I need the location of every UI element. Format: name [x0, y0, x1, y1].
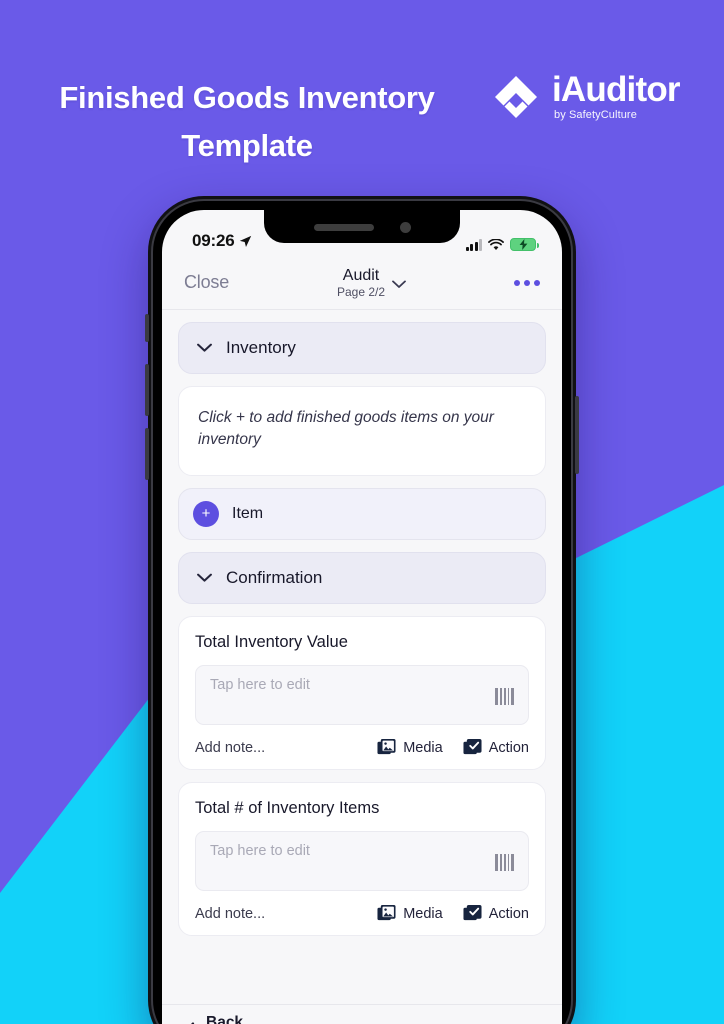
media-button[interactable]: Media [377, 738, 443, 757]
logo-tagline: by SafetyCulture [554, 109, 637, 121]
back-label: Back [206, 1013, 244, 1024]
phone-device: 09:26 Close Audit Page 2/2 Inventory Cli… [145, 196, 579, 1024]
chevron-down-icon[interactable] [197, 343, 212, 353]
earpiece-speaker [313, 224, 374, 231]
iauditor-diamond-check-icon [495, 75, 537, 118]
page-navigation-bar: Back Page 1/2 [162, 1004, 562, 1024]
question-placeholder: Tap here to edit [210, 677, 310, 693]
page-title-line-2: Template [181, 128, 313, 163]
cellular-signal-icon [465, 239, 482, 251]
more-options-icon[interactable] [513, 279, 540, 286]
media-button[interactable]: Media [377, 904, 443, 923]
status-time: 09:26 [192, 231, 235, 250]
action-button[interactable]: Action [463, 904, 529, 923]
close-button[interactable]: Close [184, 272, 229, 293]
question-placeholder: Tap here to edit [210, 843, 310, 859]
item-label: Item [232, 505, 264, 522]
section-label-confirmation: Confirmation [226, 568, 323, 587]
back-button[interactable]: Back Page 1/2 [206, 1014, 258, 1024]
section-header-confirmation[interactable]: Confirmation [178, 552, 546, 604]
media-photos-icon [377, 904, 396, 921]
audit-page-indicator: Page 2/2 [336, 284, 386, 299]
wifi-icon [488, 238, 504, 250]
app-navbar: Close Audit Page 2/2 [162, 256, 562, 310]
section-header-inventory[interactable]: Inventory [178, 322, 546, 374]
media-label: Media [403, 905, 443, 922]
action-label: Action [488, 905, 529, 922]
question-input[interactable]: Tap here to edit [195, 665, 529, 725]
plus-icon[interactable]: + [193, 501, 219, 527]
volume-up-button[interactable] [145, 364, 149, 416]
battery-charging-icon [510, 238, 540, 251]
poster-canvas: Finished Goods Inventory Template iAudit… [0, 0, 724, 1024]
iauditor-logo: iAuditor by SafetyCulture [492, 70, 681, 121]
question-card: Total # of Inventory Items Tap here to e… [178, 782, 546, 936]
mute-switch[interactable] [145, 314, 149, 342]
question-title: Total Inventory Value [195, 633, 348, 651]
power-button[interactable] [575, 396, 579, 474]
action-checkbox-icon [463, 904, 482, 921]
question-footer: Add note... Media Action [195, 738, 529, 757]
add-item-row[interactable]: + Item [178, 488, 546, 540]
question-title: Total # of Inventory Items [195, 799, 380, 817]
barcode-scan-icon[interactable] [495, 688, 514, 705]
volume-down-button[interactable] [145, 428, 149, 480]
question-footer: Add note... Media Action [195, 904, 529, 923]
add-note-button[interactable]: Add note... [195, 906, 265, 922]
barcode-scan-icon[interactable] [495, 854, 514, 871]
question-input[interactable]: Tap here to edit [195, 831, 529, 891]
front-camera [399, 222, 411, 233]
media-photos-icon [377, 738, 396, 755]
audit-title-group[interactable]: Audit Page 2/2 [337, 266, 406, 300]
action-checkbox-icon [463, 738, 482, 755]
add-note-button[interactable]: Add note... [195, 740, 265, 756]
inventory-hint-card: Click + to add finished goods items on y… [178, 386, 546, 476]
action-label: Action [488, 739, 529, 756]
chevron-down-icon[interactable] [392, 280, 406, 289]
section-label-inventory: Inventory [226, 338, 296, 357]
page-title: Finished Goods Inventory Template [12, 74, 482, 170]
status-indicators [465, 238, 540, 251]
media-label: Media [403, 739, 443, 756]
logo-wordmark: iAuditor [552, 70, 681, 109]
action-button[interactable]: Action [463, 738, 529, 757]
phone-screen: 09:26 Close Audit Page 2/2 Inventory Cli… [162, 210, 562, 1024]
location-arrow-icon [240, 235, 252, 247]
question-card: Total Inventory Value Tap here to edit A… [178, 616, 546, 770]
inventory-hint-text: Click + to add finished goods items on y… [198, 409, 494, 448]
chevron-down-icon[interactable] [197, 573, 212, 583]
page-title-line-1: Finished Goods Inventory [59, 80, 435, 115]
status-time-group: 09:26 [192, 231, 252, 251]
phone-notch [264, 210, 460, 243]
audit-title: Audit [342, 266, 380, 284]
audit-page-body: Inventory Click + to add finished goods … [162, 310, 562, 1004]
